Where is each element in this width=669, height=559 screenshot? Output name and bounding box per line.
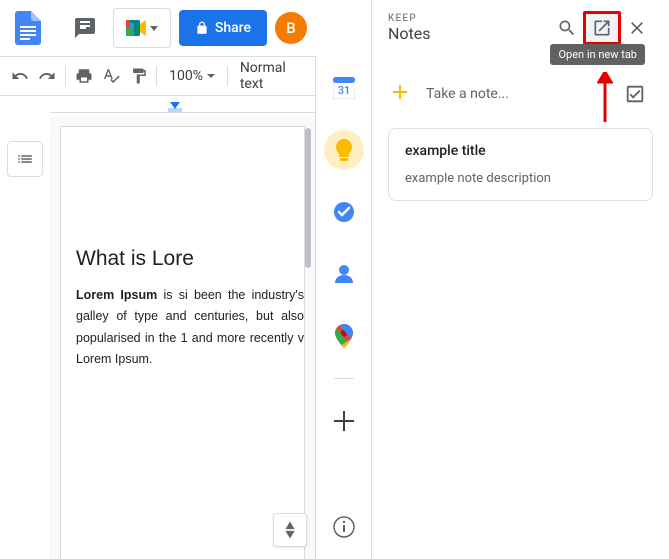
note-title: example title: [405, 143, 636, 159]
keep-app-icon[interactable]: [324, 130, 364, 170]
vertical-scrollbar[interactable]: [305, 128, 311, 268]
undo-button[interactable]: [8, 62, 31, 90]
keep-panel-header: KEEP Notes Open in new tab: [372, 0, 669, 56]
calendar-app-icon[interactable]: 31: [324, 68, 364, 108]
redo-button[interactable]: [35, 62, 58, 90]
docs-logo[interactable]: [8, 8, 48, 48]
primary-toolbar: Share B: [0, 0, 315, 56]
account-avatar[interactable]: B: [275, 12, 307, 44]
horizontal-ruler[interactable]: [50, 100, 315, 116]
add-addon-button[interactable]: [324, 401, 364, 441]
open-in-new-tab-button[interactable]: [583, 11, 621, 45]
contacts-app-icon[interactable]: [324, 254, 364, 294]
vertical-ruler[interactable]: [50, 136, 51, 559]
comment-history-icon[interactable]: [65, 8, 105, 48]
keep-panel: KEEP Notes Open in new tab Take a note..…: [371, 0, 669, 559]
maps-app-icon[interactable]: [324, 316, 364, 356]
add-note-icon[interactable]: [388, 80, 412, 108]
info-icon[interactable]: [324, 507, 364, 547]
search-notes-button[interactable]: [551, 12, 583, 44]
share-button[interactable]: Share: [179, 10, 267, 46]
tasks-app-icon[interactable]: [324, 192, 364, 232]
svg-text:31: 31: [337, 84, 350, 97]
formatting-toolbar: 100% Normal text: [0, 56, 315, 96]
explore-button[interactable]: [273, 513, 307, 547]
new-list-button[interactable]: [617, 76, 653, 112]
spellcheck-button[interactable]: [99, 62, 122, 90]
take-note-input[interactable]: Take a note...: [426, 86, 603, 102]
share-label: Share: [215, 20, 251, 36]
note-description: example note description: [405, 171, 636, 186]
annotation-arrow: [597, 72, 613, 122]
print-button[interactable]: [72, 62, 95, 90]
zoom-value: 100%: [169, 68, 203, 84]
document-page[interactable]: What is Lore Lorem Ipsum is si been the …: [60, 126, 305, 559]
document-heading: What is Lore: [76, 247, 304, 271]
note-card[interactable]: example title example note description: [388, 128, 653, 201]
keep-kicker: KEEP: [388, 13, 551, 24]
chevron-down-icon: [207, 74, 215, 78]
meet-button[interactable]: [113, 8, 171, 48]
paragraph-style-value: Normal text: [240, 60, 301, 92]
document-body-text: Lorem Ipsum is si been the industry's ga…: [76, 285, 304, 370]
paint-format-button[interactable]: [127, 62, 150, 90]
outline-toggle[interactable]: [7, 141, 43, 177]
side-panel-bar: 31: [315, 56, 371, 559]
take-note-row: Take a note...: [388, 68, 653, 128]
zoom-select[interactable]: 100%: [163, 68, 221, 84]
paragraph-style-select[interactable]: Normal text: [234, 60, 307, 92]
close-panel-button[interactable]: [621, 12, 653, 44]
open-in-new-tab-tooltip: Open in new tab: [550, 44, 645, 65]
document-area: What is Lore Lorem Ipsum is si been the …: [0, 96, 315, 559]
keep-title: Notes: [388, 24, 551, 43]
